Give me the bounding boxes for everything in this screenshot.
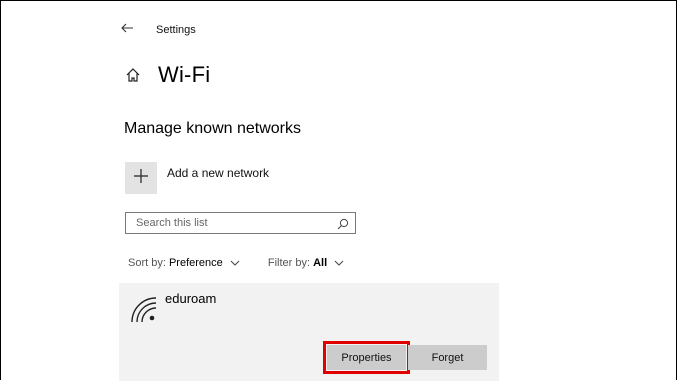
properties-button[interactable]: Properties	[323, 341, 410, 374]
network-item-eduroam[interactable]: eduroam Properties Forget	[119, 283, 499, 381]
filter-value: All	[313, 257, 328, 269]
back-arrow-icon[interactable]	[120, 21, 134, 35]
filter-label: Filter by:	[267, 257, 311, 269]
search-placeholder: Search this list	[136, 217, 208, 229]
page-title: Wi-Fi	[158, 62, 211, 87]
app-title: Settings	[156, 24, 196, 36]
settings-window: Settings Wi-Fi Manage known networks Add…	[0, 0, 677, 381]
home-icon[interactable]	[125, 67, 141, 83]
search-icon[interactable]	[337, 217, 349, 230]
filter-dropdown[interactable]: Filter by: All	[268, 257, 344, 269]
plus-icon	[134, 168, 148, 188]
sort-value: Preference	[168, 257, 223, 269]
search-input[interactable]: Search this list	[125, 212, 356, 234]
chevron-down-icon	[334, 257, 344, 269]
add-network-label[interactable]: Add a new network	[167, 166, 269, 180]
sort-dropdown[interactable]: Sort by: Preference	[128, 257, 240, 269]
section-title: Manage known networks	[124, 120, 301, 137]
forget-button[interactable]: Forget	[408, 345, 487, 370]
sort-filter-row: Sort by: Preference Filter by: All	[128, 257, 344, 269]
add-network-button[interactable]	[125, 162, 157, 194]
chevron-down-icon	[230, 257, 240, 269]
wifi-icon	[130, 296, 158, 324]
sort-label: Sort by:	[128, 257, 166, 269]
network-name: eduroam	[165, 291, 217, 306]
